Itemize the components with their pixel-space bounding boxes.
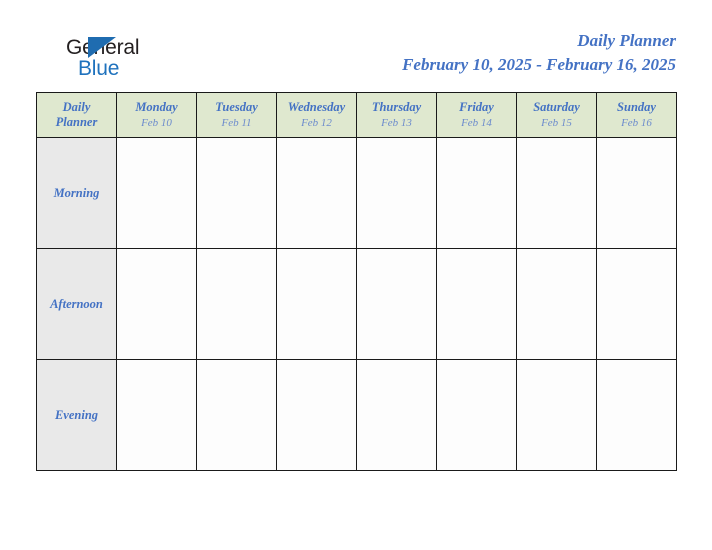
slot-afternoon-monday[interactable] [116,248,197,360]
slot-afternoon-sunday[interactable] [596,248,677,360]
corner-header-cell: Daily Planner [36,92,117,138]
slot-afternoon-tuesday[interactable] [196,248,277,360]
slot-evening-wednesday[interactable] [276,359,357,471]
page-title: Daily Planner [577,31,676,50]
planner-table: Daily Planner Monday Feb 10 Tuesday Feb … [36,92,677,471]
day-header-monday: Monday Feb 10 [116,92,197,138]
slot-morning-wednesday[interactable] [276,137,357,249]
slot-morning-tuesday[interactable] [196,137,277,249]
period-label-text: Morning [53,186,100,200]
day-name: Sunday [617,99,656,114]
slot-morning-sunday[interactable] [596,137,677,249]
table-row-afternoon: Afternoon [36,248,677,360]
period-label-afternoon: Afternoon [36,248,117,360]
slot-morning-monday[interactable] [116,137,197,249]
planner-table-body: Morning Afternoon Evening [36,137,677,471]
slot-afternoon-saturday[interactable] [516,248,597,360]
slot-evening-monday[interactable] [116,359,197,471]
day-header-wednesday: Wednesday Feb 12 [276,92,357,138]
table-header-row: Daily Planner Monday Feb 10 Tuesday Feb … [36,92,677,138]
slot-afternoon-wednesday[interactable] [276,248,357,360]
date-range: February 10, 2025 - February 16, 2025 [402,55,676,74]
period-label-morning: Morning [36,137,117,249]
corner-label-line1: Daily [62,100,91,114]
logo-text-blue: Blue [78,57,120,80]
slot-morning-saturday[interactable] [516,137,597,249]
slot-evening-thursday[interactable] [356,359,437,471]
day-header-sunday: Sunday Feb 16 [596,92,677,138]
table-row-evening: Evening [36,359,677,471]
corner-label-line2: Planner [55,115,98,129]
table-row-morning: Morning [36,137,677,249]
slot-morning-friday[interactable] [436,137,517,249]
slot-evening-sunday[interactable] [596,359,677,471]
day-name: Saturday [533,99,580,114]
day-header-friday: Friday Feb 14 [436,92,517,138]
day-name: Wednesday [287,99,346,114]
day-date: Feb 10 [141,116,172,129]
day-date: Feb 15 [541,116,572,129]
slot-evening-saturday[interactable] [516,359,597,471]
triangle-icon [88,37,116,58]
period-label-text: Afternoon [50,297,103,311]
day-name: Friday [459,99,494,114]
day-header-tuesday: Tuesday Feb 11 [196,92,277,138]
day-header-saturday: Saturday Feb 15 [516,92,597,138]
day-name: Monday [135,99,178,114]
day-date: Feb 14 [461,116,492,129]
period-label-text: Evening [54,408,99,422]
day-header-thursday: Thursday Feb 13 [356,92,437,138]
slot-afternoon-friday[interactable] [436,248,517,360]
day-date: Feb 16 [621,116,652,129]
slot-afternoon-thursday[interactable] [356,248,437,360]
page-header: General Blue Daily Planner February 10, … [0,0,712,92]
slot-evening-friday[interactable] [436,359,517,471]
planner-table-head: Daily Planner Monday Feb 10 Tuesday Feb … [36,92,677,138]
general-blue-logo[interactable]: General Blue [66,36,196,82]
day-date: Feb 13 [381,116,412,129]
day-date: Feb 12 [301,116,332,129]
day-name: Thursday [371,99,422,114]
period-label-evening: Evening [36,359,117,471]
title-block: Daily Planner February 10, 2025 - Februa… [402,30,676,76]
day-name: Tuesday [215,99,258,114]
slot-morning-thursday[interactable] [356,137,437,249]
day-date: Feb 11 [221,116,252,129]
slot-evening-tuesday[interactable] [196,359,277,471]
